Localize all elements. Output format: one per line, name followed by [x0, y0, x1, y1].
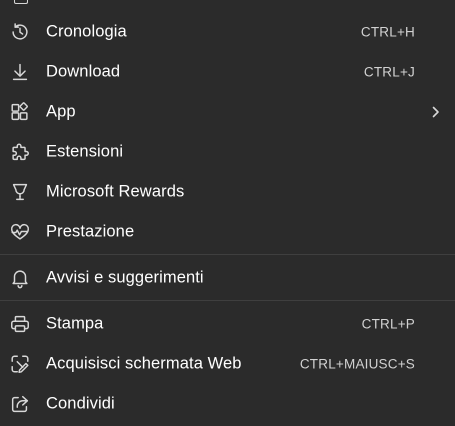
print-icon [8, 312, 32, 336]
menu-item-label: Acquisisci schermata Web [46, 354, 242, 373]
menu-item-shortcut: CTRL+H [360, 24, 415, 40]
menu-item-label: App [46, 102, 76, 121]
rewards-icon [8, 180, 32, 204]
extensions-icon [8, 140, 32, 164]
menu-item-alerts-tips[interactable]: Avvisi e suggerimenti [0, 258, 455, 298]
menu-item-label: Stampa [46, 314, 104, 333]
browser-settings-menu: Cronologia CTRL+H Download CTRL+J App Es… [0, 0, 455, 426]
menu-item-apps[interactable]: App [0, 92, 455, 132]
menu-item-download[interactable]: Download CTRL+J [0, 52, 455, 92]
menu-item-label: Download [46, 62, 121, 81]
menu-item-web-capture[interactable]: Acquisisci schermata Web CTRL+MAIUSC+S [0, 344, 455, 384]
menu-item-history[interactable]: Cronologia CTRL+H [0, 12, 455, 52]
menu-item-label: Microsoft Rewards [46, 182, 185, 201]
menu-item-extensions[interactable]: Estensioni [0, 132, 455, 172]
menu-item-performance[interactable]: Prestazione [0, 212, 455, 252]
download-icon [8, 60, 32, 84]
menu-item-label: Cronologia [46, 22, 127, 41]
bell-icon [8, 266, 32, 290]
performance-icon [8, 220, 32, 244]
menu-item-label: Condividi [46, 394, 115, 413]
share-icon [8, 392, 32, 416]
menu-item-print[interactable]: Stampa CTRL+P [0, 304, 455, 344]
partial-menu-icon [14, 0, 28, 4]
menu-item-rewards[interactable]: Microsoft Rewards [0, 172, 455, 212]
menu-item-shortcut: CTRL+P [361, 316, 415, 332]
apps-icon [8, 100, 32, 124]
menu-item-shortcut: CTRL+MAIUSC+S [299, 356, 415, 372]
menu-divider [0, 254, 455, 255]
web-capture-icon [8, 352, 32, 376]
menu-item-share[interactable]: Condividi [0, 384, 455, 424]
menu-item-label: Prestazione [46, 222, 135, 241]
menu-item-shortcut: CTRL+J [363, 64, 415, 80]
menu-item-label: Avvisi e suggerimenti [46, 268, 204, 287]
menu-divider [0, 300, 455, 301]
chevron-right-icon [432, 106, 439, 118]
history-icon [8, 20, 32, 44]
menu-item-label: Estensioni [46, 142, 124, 161]
